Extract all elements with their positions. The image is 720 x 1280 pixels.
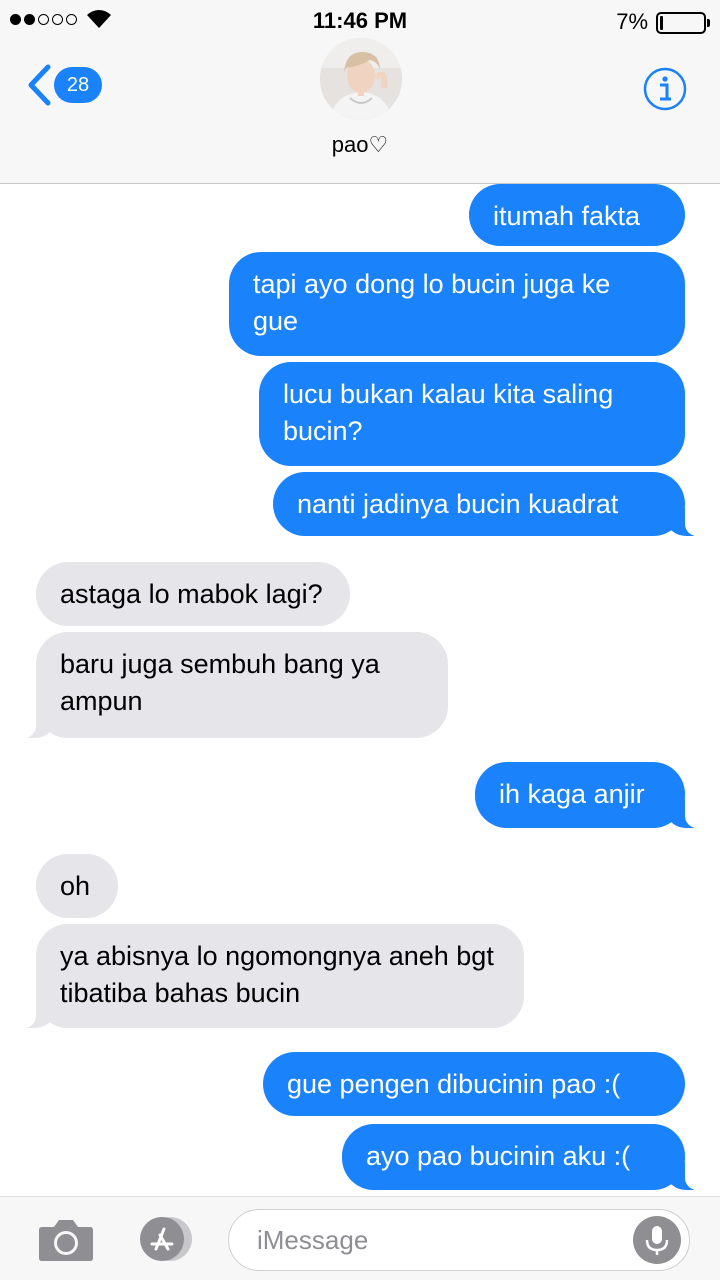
message-text: nanti jadinya bucin kuadrat — [297, 489, 619, 519]
chevron-left-icon — [28, 64, 51, 106]
message-text: itumah fakta — [493, 201, 641, 231]
battery-fill — [660, 16, 663, 30]
message-text: ya abisnya lo ngomongnya aneh bgt tibati… — [60, 941, 494, 1008]
message-text: oh — [60, 871, 91, 901]
unread-count-badge: 28 — [54, 67, 102, 103]
status-time: 11:46 PM — [312, 8, 408, 33]
message-text: astaga lo mabok lagi? — [60, 579, 323, 609]
message-bubble-outgoing[interactable]: gue pengen dibucinin pao :( — [263, 1052, 685, 1116]
back-button[interactable]: 28 — [26, 64, 102, 106]
message-bubble-outgoing[interactable]: lucu bukan kalau kita saling bucin? — [259, 362, 685, 466]
message-bubble-incoming[interactable]: baru juga sembuh bang ya ampun — [14, 632, 448, 738]
message-bubble-incoming[interactable]: astaga lo mabok lagi? — [36, 562, 350, 626]
contact-name[interactable]: pao♡ — [0, 132, 720, 158]
microphone-icon[interactable] — [633, 1216, 681, 1264]
message-bubble-outgoing[interactable]: ayo pao bucinin aku :( — [342, 1124, 707, 1190]
camera-icon[interactable] — [38, 1217, 94, 1261]
message-text: ih kaga anjir — [499, 779, 645, 809]
status-bar: 11:46 PM 7% — [0, 0, 720, 42]
compose-bar: iMessage — [0, 1196, 720, 1280]
battery-percent: 7% — [616, 9, 648, 34]
message-input-placeholder: iMessage — [257, 1225, 369, 1255]
message-bubble-outgoing[interactable]: nanti jadinya bucin kuadrat — [273, 472, 707, 536]
message-bubble-outgoing[interactable]: ih kaga anjir — [475, 762, 707, 828]
message-bubble-incoming[interactable]: ya abisnya lo ngomongnya aneh bgt tibati… — [14, 924, 524, 1028]
message-input[interactable]: iMessage — [228, 1209, 690, 1271]
message-text: lucu bukan kalau kita saling bucin? — [283, 379, 614, 446]
message-text: baru juga sembuh bang ya ampun — [60, 649, 380, 716]
avatar-photo — [320, 38, 402, 120]
message-bubble-outgoing[interactable]: itumah fakta — [469, 184, 685, 246]
message-bubble-incoming[interactable]: oh — [36, 854, 118, 918]
message-text: ayo pao bucinin aku :( — [366, 1141, 631, 1171]
app-store-icon[interactable] — [132, 1215, 196, 1263]
battery-icon — [656, 12, 710, 34]
message-list[interactable]: itumah fakta tapi ayo dong lo bucin juga… — [0, 184, 720, 1196]
info-icon[interactable] — [642, 66, 688, 112]
message-bubble-outgoing[interactable]: tapi ayo dong lo bucin juga ke gue — [229, 252, 685, 356]
contact-avatar[interactable] — [320, 38, 402, 120]
message-text: tapi ayo dong lo bucin juga ke gue — [253, 269, 611, 336]
message-text: gue pengen dibucinin pao :( — [287, 1069, 621, 1099]
conversation-header: 11:46 PM 7% 28 pao♡ — [0, 0, 720, 184]
